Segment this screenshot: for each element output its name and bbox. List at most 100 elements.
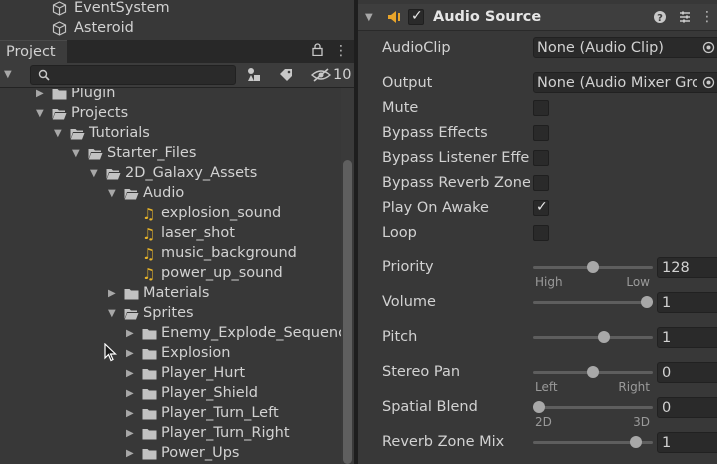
component-enabled-checkbox[interactable]: ✓: [408, 8, 424, 25]
spatial-blend-slider-handle[interactable]: [533, 401, 545, 413]
folder-open-icon: [106, 169, 121, 180]
audioclip-field[interactable]: None (Audio Clip): [533, 37, 717, 58]
volume-slider-track[interactable]: [533, 301, 653, 304]
slider-label-priority: Priority: [382, 259, 434, 275]
stereo-pan-slider-handle[interactable]: [587, 366, 599, 378]
scrollbar-thumb[interactable]: [343, 160, 352, 464]
foldout-collapsed-icon[interactable]: ▶: [126, 328, 134, 340]
bypass-effects-checkbox[interactable]: [533, 125, 549, 141]
foldout-expanded-icon[interactable]: ▼: [36, 108, 44, 120]
foldout-collapsed-icon[interactable]: ▶: [126, 368, 134, 380]
loop-checkbox[interactable]: [533, 225, 549, 241]
project-tree-item[interactable]: ▼ Sprites: [0, 304, 340, 324]
project-tree-item-label: Projects: [71, 105, 129, 121]
pitch-slider-handle[interactable]: [597, 331, 610, 343]
slider-label-volume: Volume: [382, 294, 436, 310]
audio-source-icon: [388, 11, 400, 23]
search-input[interactable]: [30, 65, 236, 85]
project-tree-item[interactable]: ▶ Materials: [0, 284, 340, 304]
project-tree-item[interactable]: ▼ Starter_Files: [0, 144, 340, 164]
stereo-pan-min-label: Left: [535, 380, 558, 394]
presets-icon[interactable]: [678, 10, 692, 24]
stereo-pan-max-label: Right: [618, 380, 650, 394]
bypass-reverb-zones-checkbox[interactable]: [533, 175, 549, 191]
hierarchy-item-asteroid[interactable]: Asteroid: [50, 20, 330, 38]
stereo-pan-value-field[interactable]: 0: [657, 362, 717, 383]
help-icon[interactable]: ?: [653, 10, 667, 24]
project-tab-label: Project: [6, 44, 56, 60]
project-tree-item[interactable]: ♫ power_up_sound: [0, 264, 340, 284]
audio-clip-icon: ♫: [142, 265, 156, 283]
foldout-collapsed-icon[interactable]: ▶: [108, 288, 116, 300]
foldout-collapsed-icon[interactable]: ▶: [126, 408, 134, 420]
spatial-blend-slider-track[interactable]: [533, 406, 653, 409]
slider-label-spatial-blend: Spatial Blend: [382, 399, 478, 415]
hierarchy-item-eventsystem[interactable]: EventSystem: [50, 0, 330, 18]
project-tree-item-label: Player_Turn_Right: [161, 425, 290, 441]
toggle-label-play-on-awake: Play On Awake: [382, 200, 489, 216]
project-tree-item[interactable]: ▶ Player_Hurt: [0, 364, 340, 384]
folder-icon: [142, 349, 157, 360]
gameobject-icon: [52, 1, 67, 16]
object-picker-icon[interactable]: [702, 41, 715, 54]
project-tree-item[interactable]: ▶ Enemy_Explode_Sequence: [0, 324, 354, 344]
filter-by-type-icon[interactable]: [246, 67, 262, 83]
project-tree-item[interactable]: ♫ music_background: [0, 244, 340, 264]
project-tree-item[interactable]: ▼ Audio: [0, 184, 340, 204]
pitch-value-field[interactable]: 1: [657, 327, 717, 348]
project-tree-item[interactable]: ▶ Power_Ups: [0, 444, 340, 464]
audio-clip-icon: ♫: [142, 225, 156, 243]
foldout-collapsed-icon[interactable]: ▶: [126, 448, 134, 460]
project-tree-item[interactable]: ▶ Player_Shield: [0, 384, 340, 404]
play-on-awake-checkbox[interactable]: ✓: [533, 199, 549, 216]
volume-slider-handle[interactable]: [641, 296, 653, 308]
create-dropdown-icon[interactable]: ▼: [4, 69, 12, 81]
mute-checkbox[interactable]: [533, 100, 549, 116]
foldout-collapsed-icon[interactable]: ▶: [36, 88, 44, 100]
reverb-zone-mix-value: 1: [662, 435, 672, 451]
svg-text:?: ?: [657, 13, 663, 24]
project-tree-item[interactable]: ▼ Projects: [0, 104, 340, 124]
filter-by-label-icon[interactable]: [278, 67, 294, 83]
project-tree-item[interactable]: ▶ Player_Turn_Left: [0, 404, 340, 424]
project-tree-item[interactable]: ▶ Plugin: [0, 88, 340, 104]
priority-slider-handle[interactable]: [587, 261, 599, 273]
project-tree-item[interactable]: ▼ 2D_Galaxy_Assets: [0, 164, 340, 184]
project-tree-item[interactable]: ♫ explosion_sound: [0, 204, 340, 224]
output-field[interactable]: None (Audio Mixer Group): [533, 72, 717, 93]
priority-value: 128: [662, 260, 690, 276]
reverb-zone-mix-value-field[interactable]: 1: [657, 432, 717, 453]
project-tree-item[interactable]: ▼ Tutorials: [0, 124, 340, 144]
foldout-expanded-icon[interactable]: ▼: [54, 128, 62, 140]
priority-value-field[interactable]: 128: [657, 257, 717, 278]
foldout-collapsed-icon[interactable]: ▶: [126, 428, 134, 440]
foldout-expanded-icon[interactable]: ▼: [72, 148, 80, 160]
component-menu-icon[interactable]: ⋮: [700, 9, 714, 25]
project-tree-item[interactable]: ♫ laser_shot: [0, 224, 340, 244]
folder-icon: [142, 369, 157, 380]
project-tree-item[interactable]: ▶ Explosion: [0, 344, 340, 364]
project-tree-item[interactable]: ▶ Player_Turn_Right: [0, 424, 340, 444]
foldout-expanded-icon[interactable]: ▼: [90, 168, 98, 180]
spatial-blend-max-label: 3D: [633, 415, 650, 429]
project-tab[interactable]: Project: [0, 40, 67, 64]
foldout-collapsed-icon[interactable]: ▶: [126, 388, 134, 400]
foldout-collapsed-icon[interactable]: ▶: [126, 348, 134, 360]
project-tree-item-label: 2D_Galaxy_Assets: [125, 165, 258, 181]
priority-max-label: Low: [626, 275, 650, 289]
spatial-blend-value-field[interactable]: 0: [657, 397, 717, 418]
folder-open-icon: [88, 149, 103, 160]
folder-icon: [142, 449, 157, 460]
pitch-value: 1: [662, 330, 672, 346]
object-picker-icon[interactable]: [702, 76, 715, 89]
bypass-listener-effects-checkbox[interactable]: [533, 150, 549, 166]
component-foldout-icon[interactable]: ▼: [365, 12, 373, 24]
volume-value-field[interactable]: 1: [657, 292, 717, 313]
foldout-expanded-icon[interactable]: ▼: [108, 308, 116, 320]
more-options-icon[interactable]: ⋮: [334, 43, 348, 59]
foldout-expanded-icon[interactable]: ▼: [108, 188, 116, 200]
hidden-packages-icon[interactable]: [311, 67, 331, 83]
project-tree-item-label: laser_shot: [161, 225, 235, 241]
lock-icon[interactable]: [310, 43, 324, 60]
pitch-slider-track[interactable]: [533, 336, 653, 339]
